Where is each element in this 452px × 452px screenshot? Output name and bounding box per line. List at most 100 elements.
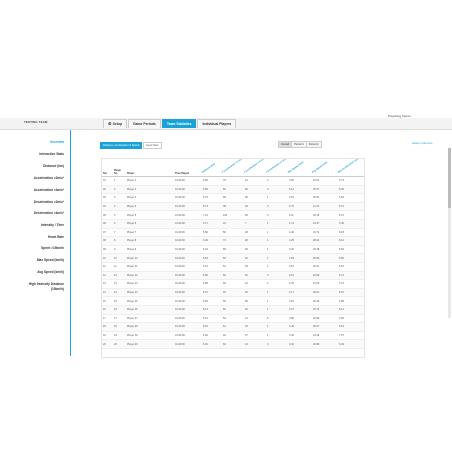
table-cell: 48 [244, 185, 266, 195]
table-row[interactable]: 17 17 Player 17 01:20:00 5.21 52 21 6 3.86 22.98 4… [102, 314, 364, 324]
table-cell: 86 [222, 245, 244, 255]
table-cell: Player 14 [126, 288, 174, 298]
table-cell: Player 7 [126, 228, 174, 238]
table-row[interactable]: 05 5 Player 5 01:20:00 7.10 100 48 3 4.11 29.15 6.… [102, 210, 364, 220]
table-row[interactable]: 07 7 Player 7 01:20:00 5.80 58 48 1 4.40 24.74 8.0… [102, 228, 364, 238]
sidebar-item-heart-rate[interactable]: Heart Rate [48, 235, 64, 240]
table-cell: 4.40 [288, 228, 312, 238]
table-row[interactable]: 14 14 Player 14 01:20:00 6.07 40 40 1 4.17 28.91 6… [102, 288, 364, 298]
table-cell: 3 [113, 193, 126, 203]
column-header[interactable]: # Acceleration >2 m/s² [221, 159, 244, 177]
segment-period-1[interactable]: Period 1 [291, 141, 307, 148]
tab-bar: ⚙ Setup Game Periods Team Statistics Ind… [103, 119, 237, 128]
table-cell: 6.46 [202, 236, 222, 246]
table-cell: 20 [102, 339, 113, 349]
table-row[interactable]: 09 9 Player 9 01:20:00 6.22 86 36 1 3.40 26.38 6.5… [102, 245, 364, 255]
sidebar-item-acceleration-4[interactable]: Acceleration >4m/s² [34, 188, 64, 193]
sidebar-item-avg-speed[interactable]: Avg Speed (km/h) [37, 270, 64, 275]
segment-overall[interactable]: Overall [278, 141, 293, 148]
segment-period-2[interactable]: Period 2 [305, 141, 322, 148]
tab-game-periods[interactable]: Game Periods [128, 119, 161, 128]
table-cell: Player 2 [126, 185, 174, 195]
table-cell: 1 [266, 305, 288, 315]
filter-chip-heart-rate[interactable]: Heart Rate [143, 142, 162, 149]
sidebar-item-deceleration-2[interactable]: Deceleration >2m/s² [34, 200, 64, 205]
table-cell: 60 [222, 305, 244, 315]
table-row[interactable]: 06 6 Player 6 01:20:00 3.17 24 7 1 1.72 24.37 3.49 [102, 219, 364, 229]
table-row[interactable]: 02 2 Player 2 01:20:00 6.80 60 48 3 6.12 25.37 6.3… [102, 185, 364, 195]
sidebar-item-deceleration-4[interactable]: Deceleration >4m/s² [34, 211, 64, 216]
table-cell: 7.13 [338, 279, 364, 289]
column-header[interactable]: Player [126, 159, 174, 177]
sidebar-item-acceleration-2[interactable]: Acceleration >2m/s² [34, 176, 64, 181]
sidebar-item-distance[interactable]: Distance (km) [43, 164, 64, 169]
column-header[interactable]: Max Acceleration m/s² [337, 159, 364, 177]
setup-columns-link[interactable]: Setup Columns [412, 141, 433, 145]
sidebar-item-max-speed[interactable]: Max Speed (km/h) [37, 258, 64, 263]
table-cell: 1 [266, 193, 288, 203]
table-cell: 1 [266, 245, 288, 255]
sidebar-item-overview[interactable]: Overview [50, 140, 64, 145]
table-row[interactable]: 16 16 Player 16 01:20:00 6.13 60 40 1 3.27 23.74 6… [102, 305, 364, 315]
table-cell: 6.86 [202, 279, 222, 289]
tab-team-statistics[interactable]: Team Statistics [161, 119, 197, 128]
table-row[interactable]: 01 1 Player 1 01:20:00 6.90 79 41 3 3.60 22.51 3.7… [102, 176, 364, 186]
column-header[interactable]: Player No. [113, 159, 126, 177]
table-row[interactable]: 18 18 Player 18 01:20:00 6.20 61 33 1 4.43 26.47 6… [102, 322, 364, 332]
tab-setup[interactable]: ⚙ Setup [103, 119, 128, 128]
table-cell: 100 [222, 210, 244, 220]
table-cell: 3 [266, 202, 288, 212]
table-row[interactable]: 13 13 Player 13 01:20:00 6.86 66 44 4 4.78 21.59 7… [102, 279, 364, 289]
filter-chip-distance[interactable]: Distance, Acceleration & Speed [100, 142, 143, 149]
tab-label: Team Statistics [166, 122, 192, 126]
table-cell: 01:20:00 [174, 279, 202, 289]
table-cell: Player 8 [126, 236, 174, 246]
column-header[interactable]: # Deceleration >2 m/s² [265, 159, 288, 177]
table-cell: 6.70 [202, 193, 222, 203]
table-body: 01 1 Player 1 01:20:00 6.90 79 41 3 3.60 22.51 3.7… [102, 176, 364, 349]
table-cell: 2 [113, 185, 126, 195]
table-row[interactable]: 11 11 Player 11 01:20:00 6.10 51 39 1 3.51 26.31 6… [102, 262, 364, 272]
tab-individual-players[interactable]: Individual Players [197, 119, 237, 128]
sidebar-item-sprint[interactable]: Sprint >19km/h [41, 246, 64, 251]
table-cell: 3 [266, 210, 288, 220]
table-cell: 6.49 [338, 339, 364, 349]
table-cell: 51 [222, 262, 244, 272]
sidebar-item-interactive-stats[interactable]: Interactive Stats [39, 152, 64, 157]
column-header[interactable]: Max Speed km/h [287, 159, 312, 177]
tab-label: Setup [112, 122, 123, 126]
table-cell: 3 [266, 185, 288, 195]
column-header[interactable]: Set [102, 159, 113, 177]
column-header[interactable]: Distance (km) [201, 159, 222, 177]
scrollbar-thumb[interactable] [448, 148, 451, 208]
table-row[interactable]: 15 15 Player 15 01:20:00 6.50 56 38 1 3.87 26.48 4… [102, 296, 364, 306]
column-header[interactable]: Avg Speed km/h [311, 159, 338, 177]
table-cell: 38 [244, 193, 266, 203]
table-cell: 01:20:00 [174, 176, 202, 186]
column-header[interactable]: # Acceleration >4 m/s² [243, 159, 266, 177]
table-row[interactable]: 12 12 Player 12 01:20:00 5.80 62 40 3 4.15 22.69 6… [102, 271, 364, 281]
table-row[interactable]: 03 3 Player 3 01:20:00 6.70 68 38 1 4.51 30.64 6.6… [102, 193, 364, 203]
sidebar-item-intensity-time[interactable]: Intensity / Time [41, 223, 64, 228]
table-row[interactable]: 08 8 Player 8 01:20:00 6.46 74 48 1 4.25 28.02 8.1… [102, 236, 364, 246]
table-row[interactable]: 10 10 Player 10 01:20:00 6.64 60 40 1 2.83 25.66 6… [102, 253, 364, 263]
table-cell: 74 [222, 236, 244, 246]
table-cell: 48 [244, 228, 266, 238]
table-cell: 2.83 [288, 253, 312, 263]
column-header[interactable]: Time Played [174, 159, 202, 177]
table-cell: 01:20:00 [174, 331, 202, 341]
table-cell: 15 [102, 296, 113, 306]
table-cell: 61 [222, 322, 244, 332]
table-cell: 01:20:00 [174, 245, 202, 255]
table-cell: 12 [102, 271, 113, 281]
table-row[interactable]: 19 19 Player 19 01:20:00 6.62 40 47 1 3.39 24.36 7… [102, 331, 364, 341]
table-cell: 3.86 [288, 314, 312, 324]
table-cell: 1 [266, 228, 288, 238]
user-menu[interactable]: Preparing Sports... [388, 114, 413, 118]
table-cell: 24.37 [312, 219, 338, 229]
table-cell: 11 [113, 262, 126, 272]
table-cell: 25.66 [312, 253, 338, 263]
table-row[interactable]: 04 4 Player 4 01:20:00 6.73 38 44 3 4.70 21.13 6.7… [102, 202, 364, 212]
table-cell: 6.22 [202, 245, 222, 255]
table-row[interactable]: 20 20 Player 20 01:20:00 6.32 84 44 3 3.34 29.98 6… [102, 339, 364, 349]
